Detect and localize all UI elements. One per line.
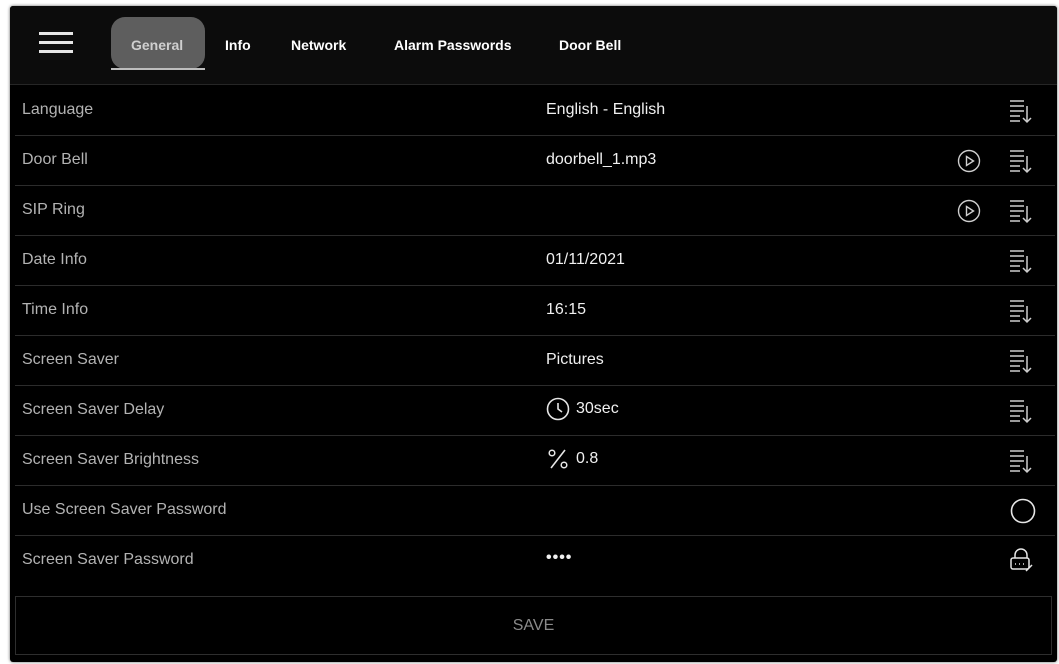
- tab-alarm-passwords[interactable]: Alarm Passwords: [394, 37, 512, 55]
- screen-saver-delay-row[interactable]: Screen Saver Delay 30sec: [15, 386, 1055, 436]
- settings-window: General Info Network Alarm Passwords Doo…: [10, 6, 1057, 662]
- tab-info[interactable]: Info: [225, 37, 251, 55]
- screen-saver-delay-value: 30sec: [576, 400, 619, 417]
- list-select-icon[interactable]: [1008, 198, 1032, 224]
- screen-saver-brightness-label: Screen Saver Brightness: [22, 451, 199, 468]
- door-bell-value: doorbell_1.mp3: [546, 151, 657, 168]
- time-info-row[interactable]: Time Info 16:15: [15, 286, 1055, 336]
- lock-edit-icon[interactable]: [1008, 547, 1034, 573]
- play-icon[interactable]: [957, 149, 981, 173]
- tab-general[interactable]: General: [131, 37, 183, 55]
- time-info-value: 16:15: [546, 301, 587, 318]
- screen-saver-password-value[interactable]: ••••: [546, 549, 572, 567]
- door-bell-label: Door Bell: [22, 151, 88, 168]
- screen-saver-password-label: Screen Saver Password: [22, 551, 194, 568]
- percent-icon: [548, 449, 568, 469]
- screen-saver-delay-label: Screen Saver Delay: [22, 401, 165, 418]
- screen-saver-brightness-row[interactable]: Screen Saver Brightness 0.8: [15, 436, 1055, 486]
- sip-ring-label: SIP Ring: [22, 201, 85, 218]
- screen-saver-row[interactable]: Screen Saver Pictures: [15, 336, 1055, 386]
- tab-door-bell[interactable]: Door Bell: [559, 37, 621, 55]
- sip-ring-row[interactable]: SIP Ring: [15, 186, 1055, 236]
- radio-toggle-icon[interactable]: [1010, 498, 1036, 524]
- list-select-icon[interactable]: [1008, 248, 1032, 274]
- screen-saver-brightness-value: 0.8: [576, 450, 599, 467]
- list-select-icon[interactable]: [1008, 298, 1032, 324]
- use-screen-saver-password-label: Use Screen Saver Password: [22, 501, 227, 518]
- date-info-row[interactable]: Date Info 01/11/2021: [15, 236, 1055, 286]
- language-label: Language: [22, 101, 94, 118]
- list-select-icon[interactable]: [1008, 148, 1032, 174]
- time-info-label: Time Info: [22, 301, 89, 318]
- save-button[interactable]: SAVE: [15, 596, 1052, 655]
- screen-saver-delay-value-wrap: 30sec: [546, 397, 619, 421]
- screen-saver-brightness-value-wrap: 0.8: [546, 447, 598, 471]
- use-screen-saver-password-row[interactable]: Use Screen Saver Password: [15, 486, 1055, 536]
- date-info-value: 01/11/2021: [546, 251, 625, 268]
- date-info-label: Date Info: [22, 251, 87, 268]
- language-row[interactable]: Language English - English: [15, 86, 1055, 136]
- list-select-icon[interactable]: [1008, 348, 1032, 374]
- screen-saver-password-row[interactable]: Screen Saver Password ••••: [15, 536, 1055, 585]
- list-select-icon[interactable]: [1008, 98, 1032, 124]
- play-icon[interactable]: [957, 199, 981, 223]
- active-tab-underline: [111, 68, 205, 70]
- hamburger-menu-icon[interactable]: [39, 32, 73, 56]
- language-value: English - English: [546, 101, 666, 118]
- door-bell-row[interactable]: Door Bell doorbell_1.mp3: [15, 136, 1055, 186]
- screen-saver-label: Screen Saver: [22, 351, 119, 368]
- list-select-icon[interactable]: [1008, 448, 1032, 474]
- top-bar: General Info Network Alarm Passwords Doo…: [10, 6, 1057, 85]
- clock-icon: [546, 397, 570, 421]
- list-select-icon[interactable]: [1008, 398, 1032, 424]
- screen-saver-value: Pictures: [546, 351, 604, 368]
- tab-network[interactable]: Network: [291, 37, 346, 55]
